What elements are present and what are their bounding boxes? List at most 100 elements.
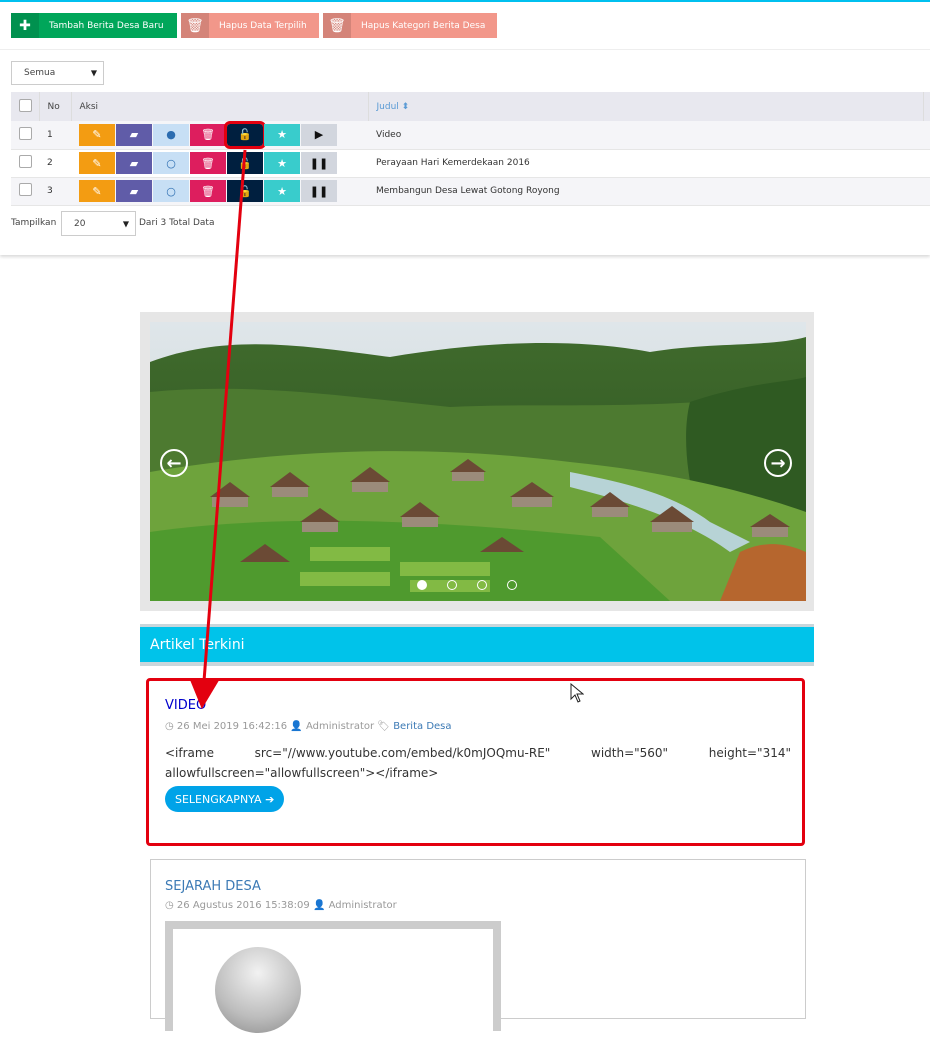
slider-toggle-button[interactable]: ❚❚ (301, 180, 337, 202)
section-header: Artikel Terkini (140, 624, 814, 666)
caret-down-icon: ▼ (122, 219, 129, 228)
category-filter-select[interactable]: Semua ▼ (11, 61, 104, 85)
row-actions: ✎ ▰ ○ 🗑 🔓 ★ ❚❚ (79, 152, 360, 174)
unlock-button[interactable]: 🔓 (227, 180, 263, 202)
highlight-star-button[interactable]: ★ (264, 180, 300, 202)
delete-category-button[interactable]: 🗑 Hapus Kategori Berita Desa (323, 13, 497, 38)
header-judul[interactable]: Judul ⬍ (368, 92, 924, 121)
category-button[interactable]: ▰ (116, 123, 152, 146)
article-meta: ◷ 26 Mei 2019 16:42:16 👤 Administrator 🏷… (165, 721, 452, 732)
article-author: Administrator (305, 721, 375, 732)
section-title: Artikel Terkini (150, 636, 245, 653)
read-more-label: SELENGKAPNYA (175, 792, 262, 806)
article-excerpt: <iframe src="//www.youtube.com/embed/k0m… (165, 746, 791, 780)
table-header: No Aksi Judul ⬍ (11, 92, 930, 121)
table-row: 1 ✎ ▰ ● 🗑 🔓 ★ ▶ Video (11, 120, 930, 150)
comment-button[interactable]: ● (153, 123, 189, 146)
select-all-checkbox[interactable] (19, 98, 32, 112)
slider-dot[interactable] (507, 580, 517, 590)
slider-toggle-button[interactable]: ❚❚ (301, 152, 337, 174)
trash-icon: 🗑 (181, 13, 209, 38)
tag-icon: 🏷 (377, 721, 390, 732)
table-row: 2 ✎ ▰ ○ 🗑 🔓 ★ ❚❚ Perayaan Hari Kemerdeka… (11, 149, 930, 178)
select-all-cell (11, 92, 40, 121)
slider-toggle-button[interactable]: ▶ (301, 123, 337, 146)
per-page-select[interactable]: 20 ▼ (61, 211, 136, 236)
category-filter-value: Semua (24, 68, 56, 78)
slider-dot[interactable] (477, 580, 487, 590)
article-category-link[interactable]: Berita Desa (393, 721, 451, 732)
edit-button[interactable]: ✎ (79, 123, 115, 146)
play-icon: ▶ (314, 128, 324, 142)
arrow-left-icon: ← (166, 452, 182, 474)
news-table: No Aksi Judul ⬍ 1 ✎ ▰ ● 🗑 🔓 ★ ▶ Video 2 … (11, 92, 930, 206)
row-no: 3 (39, 177, 71, 206)
row-checkbox[interactable] (19, 183, 32, 196)
edit-button[interactable]: ✎ (79, 180, 115, 202)
unlock-button[interactable]: 🔓 (224, 120, 266, 149)
row-actions: ✎ ▰ ● 🗑 🔓 ★ ▶ (79, 120, 360, 149)
category-button[interactable]: ▰ (116, 180, 152, 202)
article-title-link[interactable]: SEJARAH DESA (165, 879, 261, 894)
delete-button[interactable]: 🗑 (190, 152, 226, 174)
folder-icon: ▰ (129, 184, 139, 198)
row-title: Perayaan Hari Kemerdekaan 2016 (368, 149, 923, 178)
row-actions: ✎ ▰ ○ 🗑 🔓 ★ ❚❚ (79, 180, 360, 202)
unlock-button[interactable]: 🔓 (227, 152, 263, 174)
trash-icon: 🗑 (201, 184, 215, 198)
clock-icon: ◷ (165, 900, 174, 911)
comment-button[interactable]: ○ (153, 180, 189, 202)
trash-icon: 🗑 (201, 156, 215, 170)
delete-selected-button[interactable]: 🗑 Hapus Data Terpilih (181, 13, 319, 38)
add-news-button[interactable]: ✚ Tambah Berita Desa Baru (11, 13, 177, 38)
clock-icon: ◷ (165, 721, 174, 732)
arrow-right-icon: → (770, 452, 786, 474)
comment-icon: ● (166, 128, 176, 142)
row-title: Video (368, 121, 923, 150)
edit-icon: ✎ (92, 128, 102, 142)
delete-button[interactable]: 🗑 (190, 123, 226, 146)
folder-icon: ▰ (129, 156, 139, 170)
row-checkbox[interactable] (19, 155, 32, 168)
placeholder-circle (215, 947, 301, 1033)
plus-icon: ✚ (11, 13, 39, 38)
folder-icon: ▰ (129, 128, 139, 142)
slider-dot[interactable] (447, 580, 457, 590)
header-extra (923, 92, 930, 121)
read-more-button[interactable]: SELENGKAPNYA ➔ (165, 786, 285, 812)
arrow-right-icon: ➔ (265, 792, 275, 806)
star-icon: ★ (277, 184, 287, 198)
total-data-text: Dari 3 Total Data (139, 218, 215, 228)
highlight-star-button[interactable]: ★ (264, 152, 300, 174)
delete-selected-label: Hapus Data Terpilih (219, 20, 307, 31)
slide-image (150, 322, 806, 601)
article-card-highlighted: VIDEO ◷ 26 Mei 2019 16:42:16 👤 Administr… (146, 678, 805, 846)
delete-button[interactable]: 🗑 (190, 180, 226, 202)
user-icon: 👤 (312, 900, 326, 911)
row-no: 1 (39, 121, 71, 150)
slider-prev-button[interactable]: ← (160, 449, 188, 477)
article-meta: ◷ 26 Agustus 2016 15:38:09 👤 Administrat… (165, 900, 397, 911)
article-thumbnail (165, 921, 501, 1039)
edit-button[interactable]: ✎ (79, 152, 115, 174)
toolbar: ✚ Tambah Berita Desa Baru 🗑 Hapus Data T… (11, 13, 497, 38)
pause-icon: ❚❚ (309, 156, 329, 170)
slider-dot[interactable] (417, 580, 427, 590)
comment-button[interactable]: ○ (153, 152, 189, 174)
row-checkbox[interactable] (19, 126, 32, 140)
trash-icon: 🗑 (323, 13, 351, 38)
delete-category-label: Hapus Kategori Berita Desa (361, 20, 486, 31)
unlock-icon: 🔓 (238, 184, 252, 198)
article-title-link[interactable]: VIDEO (165, 698, 206, 713)
image-slider: ← → (140, 312, 814, 611)
admin-panel: ✚ Tambah Berita Desa Baru 🗑 Hapus Data T… (0, 0, 930, 255)
highlight-star-button[interactable]: ★ (264, 123, 300, 146)
article-date: 26 Agustus 2016 15:38:09 (176, 900, 310, 911)
category-button[interactable]: ▰ (116, 152, 152, 174)
slider-next-button[interactable]: → (764, 449, 792, 477)
sort-icon: ⬍ (401, 101, 410, 112)
article-author: Administrator (328, 900, 397, 911)
unlock-icon: 🔓 (238, 128, 252, 142)
edit-icon: ✎ (92, 156, 102, 170)
thumbnail-frame (173, 929, 493, 1039)
